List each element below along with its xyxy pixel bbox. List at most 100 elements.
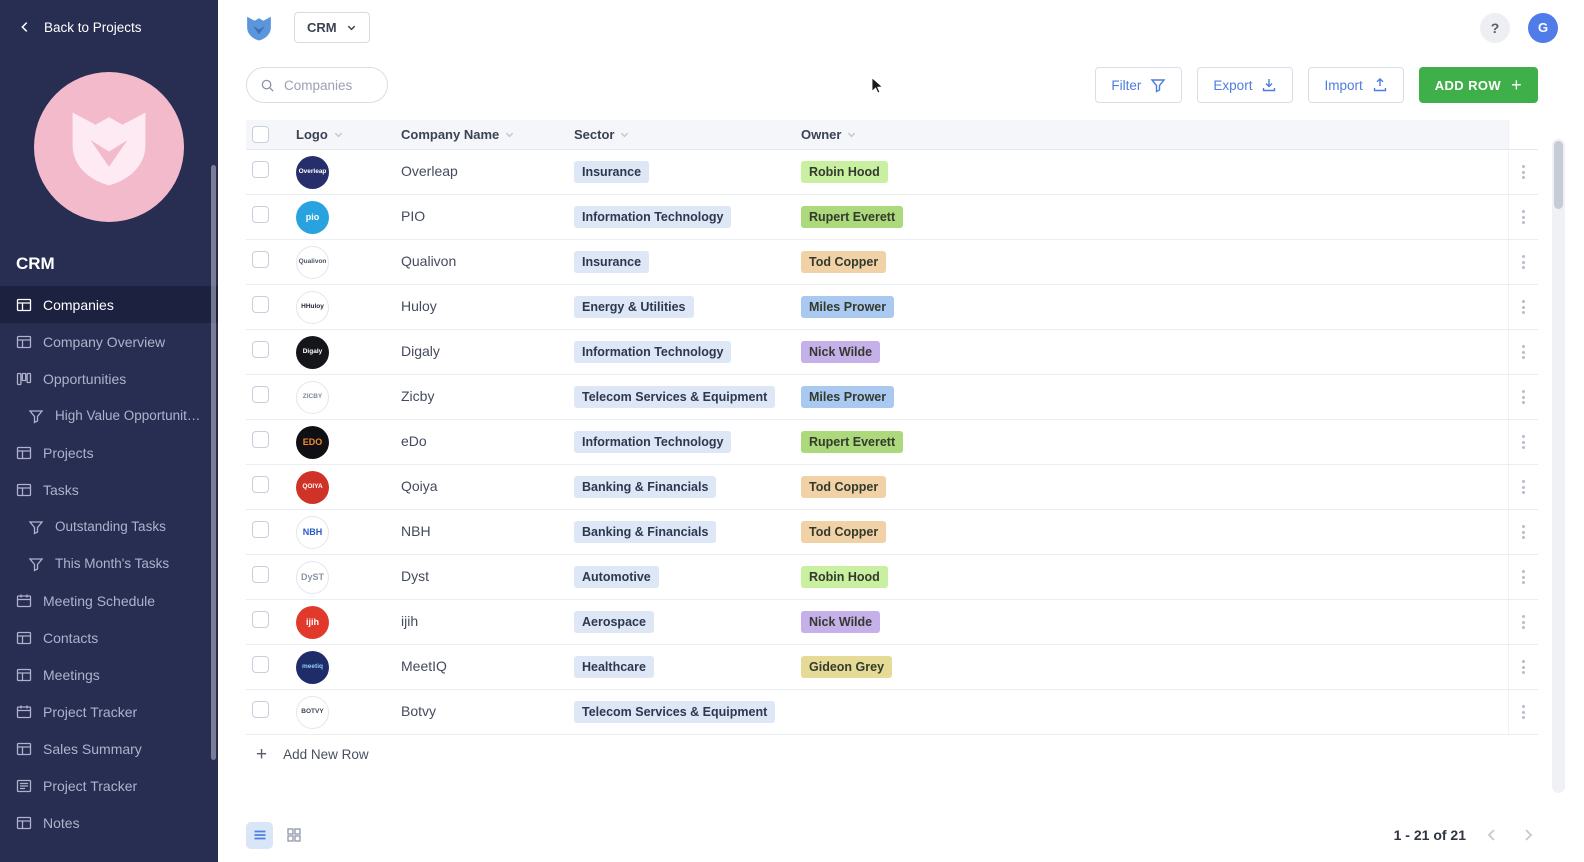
next-page-button[interactable]: [1518, 825, 1538, 845]
row-checkbox[interactable]: [252, 161, 269, 178]
row-menu-button[interactable]: [1508, 240, 1538, 284]
kebab-icon: [1522, 300, 1525, 314]
sector-cell: Information Technology: [574, 431, 801, 453]
sidebar-item-high-value-opportunities[interactable]: High Value Opportunities: [0, 397, 218, 434]
sidebar-item-companies[interactable]: Companies: [0, 286, 218, 323]
kebab-icon: [1522, 345, 1525, 359]
sidebar-item-project-tracker[interactable]: Project Tracker: [0, 767, 218, 804]
row-checkbox[interactable]: [252, 476, 269, 493]
table-row-huloy[interactable]: HHuloy Huloy Energy & Utilities Miles Pr…: [246, 285, 1538, 330]
add-row-button[interactable]: ADD ROW +: [1418, 67, 1538, 103]
row-checkbox[interactable]: [252, 566, 269, 583]
search-icon: [260, 78, 275, 93]
table-row-digaly[interactable]: Digaly Digaly Information Technology Nic…: [246, 330, 1538, 375]
row-checkbox[interactable]: [252, 386, 269, 403]
company-logo: Digaly: [296, 335, 329, 369]
table-row-qoiya[interactable]: QOIYA Qoiya Banking & Financials Tod Cop…: [246, 465, 1538, 510]
table-row-dyst[interactable]: DyST Dyst Automotive Robin Hood: [246, 555, 1538, 600]
row-menu-button[interactable]: [1508, 375, 1538, 419]
sidebar-item-opportunities[interactable]: Opportunities: [0, 360, 218, 397]
import-button[interactable]: Import: [1308, 67, 1404, 103]
table-row-overleap[interactable]: Overleap Overleap Insurance Robin Hood: [246, 150, 1538, 195]
row-checkbox[interactable]: [252, 611, 269, 628]
plus-icon: +: [256, 743, 268, 765]
sidebar-item-tasks[interactable]: Tasks: [0, 471, 218, 508]
table-scrollbar[interactable]: [1552, 139, 1565, 793]
row-checkbox[interactable]: [252, 431, 269, 448]
table-row-edo[interactable]: EDO eDo Information Technology Rupert Ev…: [246, 420, 1538, 465]
sidebar: Back to Projects CRM Companies Company O…: [0, 0, 218, 862]
user-avatar[interactable]: G: [1528, 12, 1558, 43]
sector-badge: Insurance: [574, 161, 650, 183]
row-menu-button[interactable]: [1508, 285, 1538, 329]
company-logo: meetiq: [296, 650, 329, 684]
table-row-zicby[interactable]: ZICBY Zicby Telecom Services & Equipment…: [246, 375, 1538, 420]
sidebar-item-contacts[interactable]: Contacts: [0, 619, 218, 656]
back-to-projects-button[interactable]: Back to Projects: [0, 0, 218, 54]
row-menu-button[interactable]: [1508, 465, 1538, 509]
column-header-logo[interactable]: Logo: [296, 127, 401, 142]
sector-cell: Telecom Services & Equipment: [574, 386, 801, 408]
search-box[interactable]: [246, 67, 388, 103]
table-icon: [16, 741, 32, 757]
sector-cell: Banking & Financials: [574, 476, 801, 498]
add-new-row-button[interactable]: + Add New Row: [246, 735, 1538, 774]
row-checkbox[interactable]: [252, 206, 269, 223]
export-button[interactable]: Export: [1197, 67, 1294, 103]
toolbar: Filter Export Import ADD ROW +: [246, 67, 1538, 103]
sidebar-item-sales-summary[interactable]: Sales Summary: [0, 730, 218, 767]
sidebar-item-notes[interactable]: Notes: [0, 804, 218, 841]
row-menu-button[interactable]: [1508, 600, 1538, 644]
grid-view-toggle[interactable]: [280, 822, 307, 849]
sidebar-item-outstanding-tasks[interactable]: Outstanding Tasks: [0, 508, 218, 545]
row-menu-button[interactable]: [1508, 420, 1538, 464]
row-checkbox[interactable]: [252, 521, 269, 538]
row-menu-button[interactable]: [1508, 510, 1538, 554]
table-row-pio[interactable]: pio PIO Information Technology Rupert Ev…: [246, 195, 1538, 240]
row-checkbox[interactable]: [252, 251, 269, 268]
company-logo: Overleap: [296, 155, 329, 189]
scrollbar-thumb[interactable]: [1554, 141, 1563, 209]
sidebar-item-meeting-schedule[interactable]: Meeting Schedule: [0, 582, 218, 619]
sort-caret-icon: [619, 129, 630, 140]
table-row-nbh[interactable]: NBH NBH Banking & Financials Tod Copper: [246, 510, 1538, 555]
row-checkbox[interactable]: [252, 296, 269, 313]
row-menu-button[interactable]: [1508, 645, 1538, 689]
column-header-company-name[interactable]: Company Name: [401, 127, 574, 142]
row-menu-button[interactable]: [1508, 150, 1538, 194]
sidebar-item-projects[interactable]: Projects: [0, 434, 218, 471]
select-all-checkbox[interactable]: [252, 126, 269, 143]
row-checkbox[interactable]: [252, 341, 269, 358]
column-header-owner[interactable]: Owner: [801, 127, 1508, 142]
table-row-botvy[interactable]: BOTVY Botvy Telecom Services & Equipment: [246, 690, 1538, 735]
row-checkbox[interactable]: [252, 701, 269, 718]
sector-cell: Automotive: [574, 566, 801, 588]
row-checkbox[interactable]: [252, 656, 269, 673]
column-header-sector[interactable]: Sector: [574, 127, 801, 142]
owner-badge: Rupert Everett: [801, 206, 904, 228]
row-menu-button[interactable]: [1508, 330, 1538, 374]
table-icon: [16, 667, 32, 683]
search-input[interactable]: [284, 77, 376, 93]
list-view-toggle[interactable]: [246, 821, 273, 849]
filter-button[interactable]: Filter: [1095, 67, 1183, 103]
table-icon: [16, 297, 32, 313]
app-selector-dropdown[interactable]: CRM: [294, 12, 370, 43]
previous-page-button[interactable]: [1482, 825, 1502, 845]
table-row-meetiq[interactable]: meetiq MeetIQ Healthcare Gideon Grey: [246, 645, 1538, 690]
row-menu-button[interactable]: [1508, 690, 1538, 734]
sidebar-item-meetings[interactable]: Meetings: [0, 656, 218, 693]
sidebar-item-project-tracker[interactable]: Project Tracker: [0, 693, 218, 730]
table-row-ijih[interactable]: ijih ijih Aerospace Nick Wilde: [246, 600, 1538, 645]
kebab-icon: [1522, 255, 1525, 269]
table-row-qualivon[interactable]: Qualivon Qualivon Insurance Tod Copper: [246, 240, 1538, 285]
row-menu-button[interactable]: [1508, 555, 1538, 599]
sidebar-item-this-month-s-tasks[interactable]: This Month's Tasks: [0, 545, 218, 582]
sidebar-scrollbar[interactable]: [211, 165, 216, 760]
sidebar-item-company-overview[interactable]: Company Overview: [0, 323, 218, 360]
grid-view-icon: [286, 827, 302, 843]
sort-caret-icon: [846, 129, 857, 140]
help-button[interactable]: ?: [1480, 12, 1510, 43]
chevron-left-icon: [1484, 827, 1500, 843]
row-menu-button[interactable]: [1508, 195, 1538, 239]
